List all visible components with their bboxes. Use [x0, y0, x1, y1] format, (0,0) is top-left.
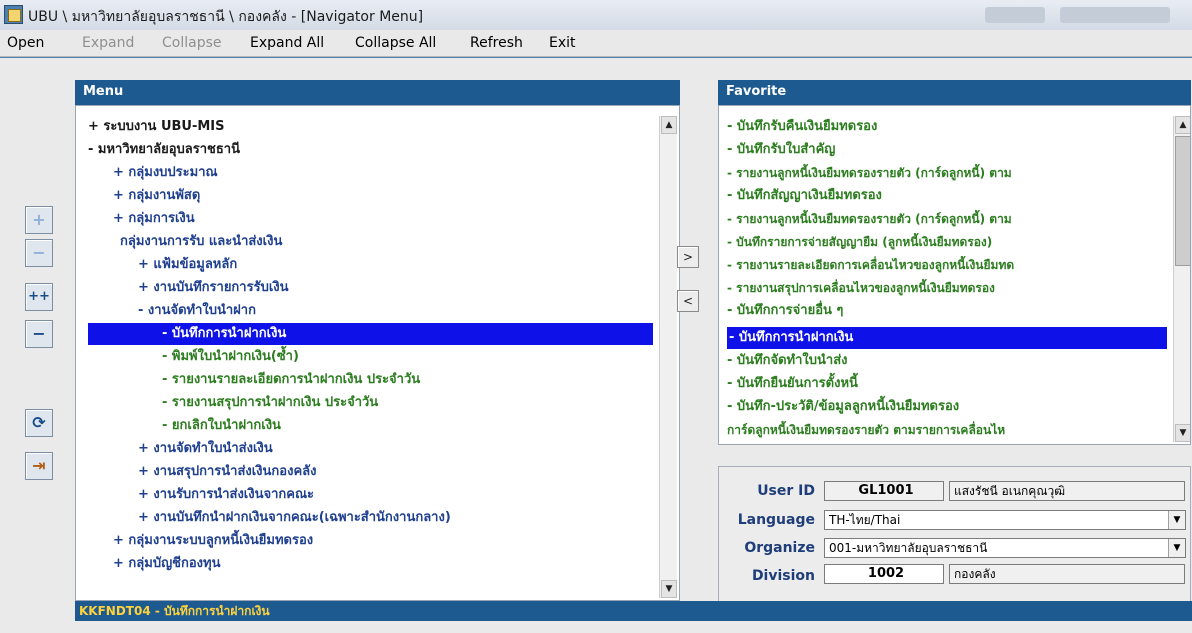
expand-node-button[interactable]: +	[25, 206, 53, 234]
user-name-field: แสงรัชนี อเนกคุณวุฒิ	[949, 481, 1185, 501]
menu-expand[interactable]: Expand	[82, 35, 134, 51]
favorite-item[interactable]: - บันทึกสัญญาเงินยืมทดรอง	[727, 185, 882, 207]
favorite-item[interactable]: - รายงานสรุปการเคลื่อนไหวของลูกหนี้เงินย…	[727, 277, 995, 299]
menu-open[interactable]: Open	[7, 35, 44, 51]
scroll-thumb[interactable]	[1175, 136, 1190, 266]
window-title: UBU \ มหาวิทยาลัยอุบลราชธานี \ กองคลัง -…	[28, 9, 424, 25]
tree-item[interactable]: + กลุ่มงานพัสดุ	[113, 185, 200, 207]
favorite-item[interactable]: - รายงานลูกหนี้เงินยืมทดรองรายตัว (การ์ด…	[727, 162, 1012, 184]
tree-item[interactable]: + กลุ่มงานระบบลูกหนี้เงินยืมทดรอง	[113, 530, 313, 552]
favorite-item[interactable]: - บันทึกจัดทำใบนำส่ง	[727, 350, 848, 372]
menu-collapse[interactable]: Collapse	[162, 35, 222, 51]
favorite-item[interactable]: - บันทึกรับใบสำคัญ	[727, 139, 835, 161]
tree-item[interactable]: + กลุ่มการเงิน	[113, 208, 195, 230]
division-label: Division	[751, 568, 815, 584]
user-id-label: User ID	[757, 483, 815, 499]
organize-label: Organize	[744, 540, 815, 556]
favorite-list: - บันทึกรับคืนเงินยืมทดรอง - บันทึกรับใบ…	[718, 105, 1191, 445]
expand-all-button[interactable]: ++	[25, 283, 53, 311]
language-label: Language	[737, 512, 815, 528]
tree-item-selected[interactable]: - บันทึกการนำฝากเงิน	[88, 323, 653, 345]
favorite-item[interactable]: - รายงานลูกหนี้เงินยืมทดรองรายตัว (การ์ด…	[727, 208, 1012, 230]
favorite-item[interactable]: - บันทึกรับคืนเงินยืมทดรอง	[727, 116, 877, 138]
menu-collapse-all[interactable]: Collapse All	[355, 35, 436, 51]
collapse-node-button[interactable]: −	[25, 239, 53, 267]
menu-scrollbar[interactable]: ▲ ▼	[659, 116, 677, 598]
tree-item[interactable]: - รายงานสรุปการนำฝากเงิน ประจำวัน	[162, 392, 378, 414]
favorite-item[interactable]: การ์ดลูกหนี้เงินยืมทดรองรายตัว ตามรายการ…	[727, 419, 1005, 441]
favorite-item-selected[interactable]: - บันทึกการนำฝากเงิน	[727, 327, 1167, 349]
tree-item[interactable]: - รายงานรายละเอียดการนำฝากเงิน ประจำวัน	[162, 369, 420, 391]
minus-icon: −	[32, 243, 46, 262]
tree-item[interactable]: + งานรับการนำส่งเงินจากคณะ	[138, 484, 314, 506]
user-info-panel: User ID GL1001 แสงรัชนี อเนกคุณวุฒิ Lang…	[718, 466, 1191, 602]
scroll-down-icon[interactable]: ▼	[1175, 424, 1190, 442]
menu-tree: + ระบบงาน UBU-MIS - มหาวิทยาลัยอุบลราชธา…	[75, 105, 680, 601]
chevron-down-icon[interactable]: ▼	[1168, 539, 1185, 557]
organize-value: 001-มหาวิทยาลัยอุบลราชธานี	[829, 541, 988, 555]
tree-item[interactable]: - งานจัดทำใบนำฝาก	[138, 300, 256, 322]
refresh-icon: ⟳	[32, 413, 46, 432]
menu-exit[interactable]: Exit	[549, 35, 576, 51]
favorite-scrollbar[interactable]: ▲ ▼	[1173, 116, 1190, 442]
tree-item[interactable]: + ระบบงาน UBU-MIS	[88, 116, 225, 138]
menu-expand-all[interactable]: Expand All	[250, 35, 324, 51]
menu-refresh[interactable]: Refresh	[470, 35, 523, 51]
tree-item[interactable]: - พิมพ์ใบนำฝากเงิน(ซ้ำ)	[162, 346, 299, 368]
tree-item[interactable]: - ยกเลิกใบนำฝากเงิน	[162, 415, 281, 437]
menu-bar: Open Expand Collapse Expand All Collapse…	[0, 30, 1192, 57]
user-id-field: GL1001	[824, 481, 944, 501]
tree-item[interactable]: + กลุ่มงบประมาณ	[113, 162, 218, 184]
tree-item[interactable]: - มหาวิทยาลัยอุบลราชธานี	[88, 139, 240, 161]
tree-item[interactable]: + กลุ่มบัญชีกองทุน	[113, 553, 220, 575]
tree-item[interactable]: + งานสรุปการนำส่งเงินกองคลัง	[138, 461, 316, 483]
scroll-down-icon[interactable]: ▼	[661, 580, 677, 598]
exit-door-icon: ⇥	[32, 456, 46, 475]
window-controls-blurred	[985, 7, 1045, 23]
tree-item[interactable]: + แฟ้มข้อมูลหลัก	[138, 254, 237, 276]
language-select[interactable]: TH-ไทย/Thai ▼	[824, 510, 1186, 530]
status-bar: KKFNDT04 - บันทึกการนำฝากเงิน	[75, 601, 1192, 621]
organize-select[interactable]: 001-มหาวิทยาลัยอุบลราชธานี ▼	[824, 538, 1186, 558]
exit-button[interactable]: ⇥	[25, 452, 53, 480]
scroll-up-icon[interactable]: ▲	[661, 116, 677, 134]
favorite-panel-header: Favorite	[718, 80, 1191, 105]
tree-item[interactable]: + งานบันทึกนำฝากเงินจากคณะ(เฉพาะสำนักงาน…	[138, 507, 451, 529]
division-code-field: 1002	[824, 564, 944, 584]
refresh-button[interactable]: ⟳	[25, 409, 53, 437]
menu-panel-header: Menu	[75, 80, 680, 105]
chevron-down-icon[interactable]: ▼	[1168, 511, 1185, 529]
favorite-item[interactable]: - บันทึกรายการจ่ายสัญญายืม (ลูกหนี้เงินย…	[727, 231, 992, 253]
app-icon	[4, 5, 23, 24]
minus-box-icon: −	[32, 324, 46, 343]
language-value: TH-ไทย/Thai	[829, 513, 901, 527]
favorite-item[interactable]: - บันทึกยืนยันการตั้งหนี้	[727, 373, 858, 395]
window-controls-blurred-2	[1060, 7, 1170, 23]
tree-item[interactable]: กลุ่มงานการรับ และนำส่งเงิน	[120, 231, 282, 253]
tree-item[interactable]: + งานจัดทำใบนำส่งเงิน	[138, 438, 273, 460]
add-favorite-button[interactable]: >	[677, 246, 699, 268]
tree-item[interactable]: + งานบันทึกรายการรับเงิน	[138, 277, 289, 299]
remove-favorite-button[interactable]: <	[677, 290, 699, 312]
collapse-all-button[interactable]: −	[25, 320, 53, 348]
scroll-up-icon[interactable]: ▲	[1175, 116, 1190, 134]
division-name-field: กองคลัง	[949, 564, 1185, 584]
favorite-item[interactable]: - รายงานรายละเอียดการเคลื่อนไหวของลูกหนี…	[727, 254, 1014, 276]
plus-plus-icon: ++	[28, 289, 50, 304]
title-bar: UBU \ มหาวิทยาลัยอุบลราชธานี \ กองคลัง -…	[0, 0, 1192, 30]
favorite-item[interactable]: - บันทึก-ประวัติ/ข้อมูลลูกหนี้เงินยืมทดร…	[727, 396, 959, 418]
favorite-item[interactable]: - บันทึกการจ่ายอื่น ๆ	[727, 300, 843, 322]
plus-icon: +	[32, 210, 46, 229]
